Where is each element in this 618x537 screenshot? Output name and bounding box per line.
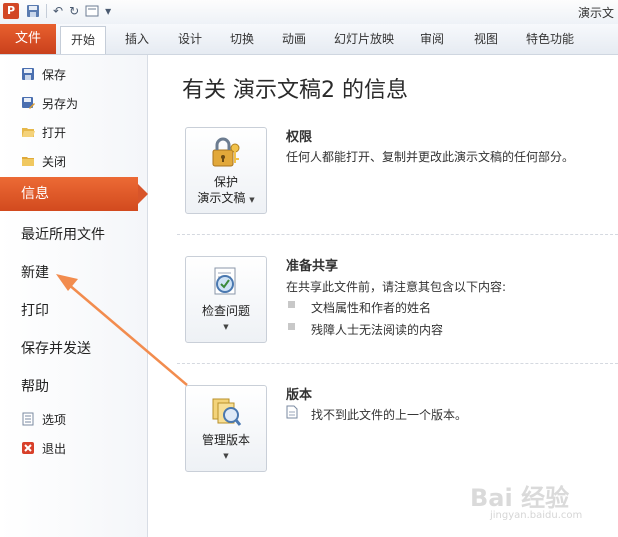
tab-design[interactable]: 设计 — [170, 24, 210, 54]
watermark-url: jingyan.baidu.com — [490, 510, 583, 521]
save-icon — [22, 68, 34, 80]
tab-home[interactable]: 开始 — [60, 26, 106, 54]
chevron-down-icon: ▼ — [223, 452, 229, 460]
section-divider — [177, 234, 618, 235]
nav-save-and-send[interactable]: 保存并发送 — [21, 338, 91, 358]
versions-title: 版本 — [286, 388, 313, 403]
nav-print[interactable]: 打印 — [21, 300, 49, 320]
check-issues-button-label: 检查问题 — [201, 304, 250, 318]
protect-button-label-1: 保护 — [213, 175, 238, 189]
tab-view[interactable]: 视图 — [466, 24, 506, 54]
watermark-logo: Bai 经验 — [470, 484, 570, 512]
document-icon — [286, 405, 298, 419]
save-as-command[interactable]: 另存为 — [0, 92, 147, 114]
bullet-marker — [288, 301, 295, 308]
save-command[interactable]: 保存 — [0, 63, 147, 85]
options-command-label: 选项 — [42, 412, 67, 427]
title-bar: P ↶ ↻ ▾ 演示文 — [0, 0, 618, 24]
tab-slideshow[interactable]: 幻灯片放映 — [328, 24, 400, 54]
save-command-label: 保存 — [42, 67, 67, 82]
check-for-issues-button[interactable]: 检查问题 ▼ — [185, 256, 267, 343]
chevron-down-icon: ▼ — [249, 196, 255, 204]
open-command[interactable]: 打开 — [0, 121, 147, 143]
lock-key-icon — [212, 137, 240, 167]
prepare-sharing-title: 准备共享 — [286, 259, 339, 274]
redo-icon[interactable]: ↻ — [69, 3, 79, 19]
nav-new[interactable]: 新建 — [21, 262, 49, 282]
customize-qat-icon[interactable]: ▾ — [105, 3, 111, 19]
permissions-title: 权限 — [286, 130, 313, 145]
page-title: 有关 演示文稿2 的信息 — [182, 78, 408, 103]
open-command-label: 打开 — [42, 125, 67, 140]
tab-file[interactable]: 文件 — [0, 24, 56, 54]
bullet-marker — [288, 323, 295, 330]
nav-info-selected[interactable]: 信息 — [0, 177, 148, 211]
close-command[interactable]: 关闭 — [0, 150, 147, 172]
tab-animations[interactable]: 动画 — [274, 24, 314, 54]
tab-special-features[interactable]: 特色功能 — [518, 24, 582, 54]
quick-access-toolbar: ↶ ↻ ▾ — [26, 3, 111, 19]
qat-divider — [46, 4, 47, 18]
undo-icon[interactable]: ↶ — [53, 3, 63, 19]
protect-presentation-button[interactable]: 保护 演示文稿 ▼ — [185, 127, 267, 214]
prepare-bullet-2: 残障人士无法阅读的内容 — [311, 323, 444, 337]
versions-description: 找不到此文件的上一个版本。 — [311, 408, 468, 422]
open-folder-icon — [22, 128, 35, 137]
manage-versions-button[interactable]: 管理版本 ▼ — [185, 385, 267, 472]
tab-review[interactable]: 审阅 — [412, 24, 452, 54]
save-icon[interactable] — [26, 4, 40, 18]
exit-command[interactable]: 退出 — [0, 437, 147, 459]
chevron-down-icon: ▼ — [223, 323, 229, 331]
permissions-description: 任何人都能打开、复制并更改此演示文稿的任何部分。 — [286, 150, 575, 164]
backstage-nav: 保存 另存为 打开 关闭 信息 最近所用文件 新建 打印 保存并发送 帮助 选项… — [0, 55, 148, 537]
exit-command-label: 退出 — [42, 441, 67, 456]
close-command-label: 关闭 — [42, 154, 67, 169]
nav-recent-files[interactable]: 最近所用文件 — [21, 224, 105, 244]
nav-help[interactable]: 帮助 — [21, 376, 49, 396]
options-icon — [22, 412, 34, 426]
options-command[interactable]: 选项 — [0, 408, 147, 430]
manage-versions-icon — [212, 398, 242, 426]
protect-button-label-2: 演示文稿 ▼ — [197, 191, 255, 205]
powerpoint-logo-icon: P — [3, 3, 19, 19]
ribbon-tab-bar: 文件 开始 插入 设计 切换 动画 幻灯片放映 审阅 视图 特色功能 — [0, 24, 618, 55]
tab-transitions[interactable]: 切换 — [222, 24, 262, 54]
slide-layout-icon[interactable] — [85, 4, 99, 18]
save-as-icon — [22, 97, 35, 109]
prepare-sharing-description: 在共享此文件前，请注意其包含以下内容: — [286, 280, 507, 294]
section-divider — [177, 363, 618, 364]
close-folder-icon — [22, 157, 34, 166]
prepare-bullet-1: 文档属性和作者的姓名 — [311, 301, 432, 315]
exit-icon — [22, 442, 34, 454]
inspect-document-icon — [214, 267, 236, 295]
manage-versions-button-label: 管理版本 — [201, 433, 250, 447]
tab-insert[interactable]: 插入 — [116, 24, 158, 54]
save-as-command-label: 另存为 — [42, 96, 79, 111]
window-title: 演示文 — [577, 6, 614, 20]
